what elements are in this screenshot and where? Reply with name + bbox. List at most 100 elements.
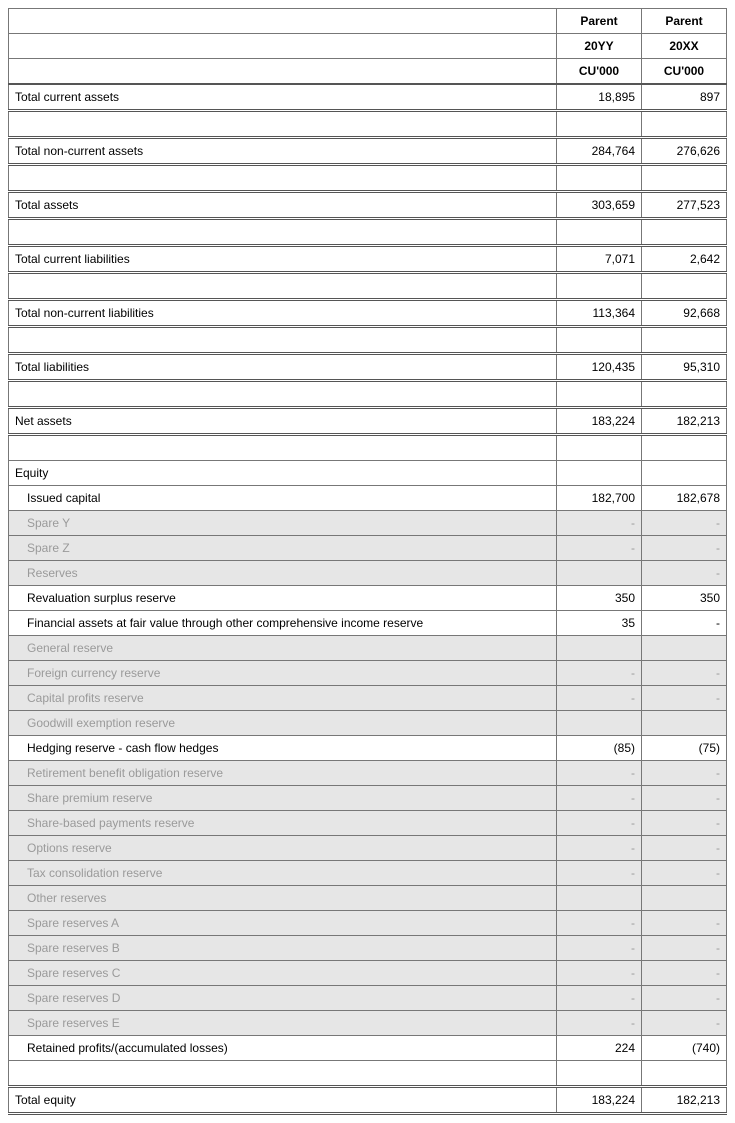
row-spare-z: Spare Z - - [9, 536, 727, 561]
spacer-row [9, 435, 727, 461]
empty-cell [9, 59, 557, 85]
value-xx: - [642, 761, 727, 786]
value-xx: - [642, 536, 727, 561]
value-yy: 183,224 [557, 1087, 642, 1114]
value-xx: 277,523 [642, 192, 727, 219]
row-total-noncurrent-assets: Total non-current assets 284,764 276,626 [9, 138, 727, 165]
value-yy: - [557, 1011, 642, 1036]
value-xx: 182,213 [642, 408, 727, 435]
col2-entity: Parent [642, 9, 727, 34]
label: Total assets [9, 192, 557, 219]
row-options-reserve: Options reserve - - [9, 836, 727, 861]
row-hedging-reserve: Hedging reserve - cash flow hedges (85) … [9, 736, 727, 761]
row-total-noncurrent-liabilities: Total non-current liabilities 113,364 92… [9, 300, 727, 327]
value-yy: - [557, 961, 642, 986]
value-yy: - [557, 536, 642, 561]
value-xx: - [642, 561, 727, 586]
label: Share premium reserve [9, 786, 557, 811]
row-total-liabilities: Total liabilities 120,435 95,310 [9, 354, 727, 381]
value-yy: 7,071 [557, 246, 642, 273]
value-yy [557, 711, 642, 736]
value-yy: - [557, 686, 642, 711]
row-net-assets: Net assets 183,224 182,213 [9, 408, 727, 435]
row-revaluation-surplus: Revaluation surplus reserve 350 350 [9, 586, 727, 611]
value-yy: - [557, 761, 642, 786]
value-xx [642, 636, 727, 661]
value-xx: 897 [642, 84, 727, 111]
label: Spare reserves A [9, 911, 557, 936]
row-total-assets: Total assets 303,659 277,523 [9, 192, 727, 219]
value-xx: - [642, 986, 727, 1011]
spacer-row [9, 1061, 727, 1087]
row-reserves: Reserves - [9, 561, 727, 586]
value-xx: 2,642 [642, 246, 727, 273]
row-spare-reserves-b: Spare reserves B - - [9, 936, 727, 961]
label: Total non-current assets [9, 138, 557, 165]
label: Revaluation surplus reserve [9, 586, 557, 611]
row-foreign-currency-reserve: Foreign currency reserve - - [9, 661, 727, 686]
header-row-year: 20YY 20XX [9, 34, 727, 59]
value-xx: (75) [642, 736, 727, 761]
value-xx: - [642, 611, 727, 636]
value-xx: - [642, 1011, 727, 1036]
label: Share-based payments reserve [9, 811, 557, 836]
col1-unit: CU'000 [557, 59, 642, 85]
label: General reserve [9, 636, 557, 661]
row-general-reserve: General reserve [9, 636, 727, 661]
value-xx: - [642, 961, 727, 986]
value-xx: 350 [642, 586, 727, 611]
value-xx: - [642, 911, 727, 936]
value-yy: - [557, 836, 642, 861]
value-yy [557, 886, 642, 911]
value-xx: 182,678 [642, 486, 727, 511]
label: Goodwill exemption reserve [9, 711, 557, 736]
label: Spare reserves B [9, 936, 557, 961]
value-xx: - [642, 661, 727, 686]
label: Options reserve [9, 836, 557, 861]
row-spare-reserves-c: Spare reserves C - - [9, 961, 727, 986]
value-yy: 224 [557, 1036, 642, 1061]
value-yy: 120,435 [557, 354, 642, 381]
row-total-equity: Total equity 183,224 182,213 [9, 1087, 727, 1114]
value-xx: 182,213 [642, 1087, 727, 1114]
value-yy [557, 561, 642, 586]
col1-entity: Parent [557, 9, 642, 34]
col2-year: 20XX [642, 34, 727, 59]
spacer-row [9, 165, 727, 192]
value-xx: 95,310 [642, 354, 727, 381]
value-yy: - [557, 811, 642, 836]
label: Financial assets at fair value through o… [9, 611, 557, 636]
label: Net assets [9, 408, 557, 435]
row-retirement-benefit-reserve: Retirement benefit obligation reserve - … [9, 761, 727, 786]
value-xx [642, 886, 727, 911]
value-xx [642, 711, 727, 736]
value-yy: 18,895 [557, 84, 642, 111]
label: Foreign currency reserve [9, 661, 557, 686]
value-xx: - [642, 836, 727, 861]
value-yy: - [557, 986, 642, 1011]
value-yy: 183,224 [557, 408, 642, 435]
value-yy: - [557, 911, 642, 936]
label: Spare reserves D [9, 986, 557, 1011]
row-share-premium-reserve: Share premium reserve - - [9, 786, 727, 811]
value-yy: 35 [557, 611, 642, 636]
label: Total liabilities [9, 354, 557, 381]
col2-unit: CU'000 [642, 59, 727, 85]
financial-table: Parent Parent 20YY 20XX CU'000 CU'000 To… [8, 8, 727, 1115]
label: Reserves [9, 561, 557, 586]
spacer-row [9, 111, 727, 138]
value-yy: 350 [557, 586, 642, 611]
value-yy: 182,700 [557, 486, 642, 511]
row-spare-reserves-a: Spare reserves A - - [9, 911, 727, 936]
row-total-current-liabilities: Total current liabilities 7,071 2,642 [9, 246, 727, 273]
row-retained-profits: Retained profits/(accumulated losses) 22… [9, 1036, 727, 1061]
label: Total current liabilities [9, 246, 557, 273]
row-spare-reserves-d: Spare reserves D - - [9, 986, 727, 1011]
spacer-row [9, 327, 727, 354]
value-xx: - [642, 811, 727, 836]
row-other-reserves: Other reserves [9, 886, 727, 911]
value-yy [557, 636, 642, 661]
label: Issued capital [9, 486, 557, 511]
value-yy: (85) [557, 736, 642, 761]
row-issued-capital: Issued capital 182,700 182,678 [9, 486, 727, 511]
